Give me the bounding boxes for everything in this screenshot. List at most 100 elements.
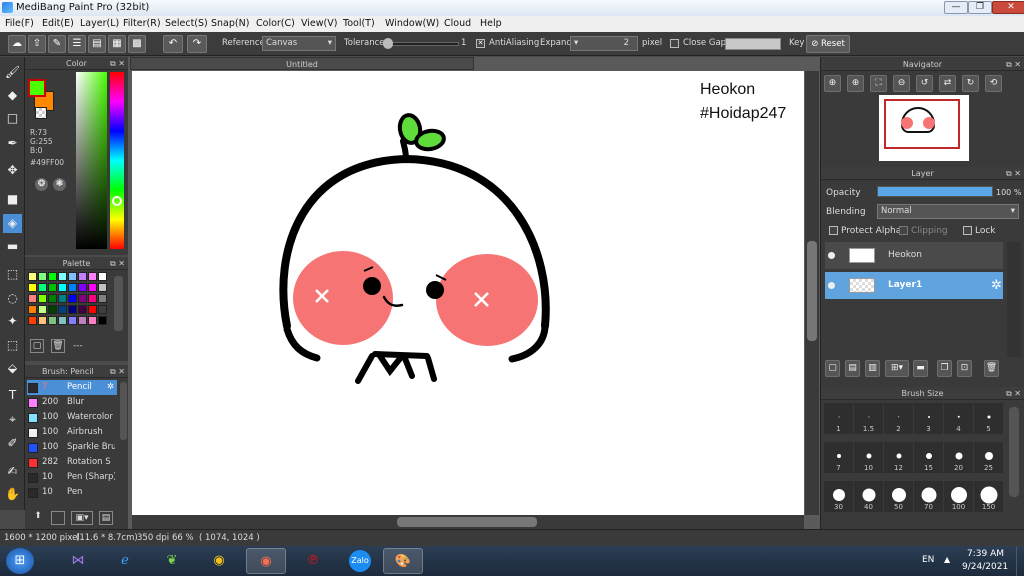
clock-date[interactable]: 9/24/2021 bbox=[962, 562, 1008, 572]
palette-swatch[interactable] bbox=[38, 272, 47, 281]
brush-size-cell[interactable]: 7 bbox=[824, 442, 853, 473]
cloud-icon[interactable]: ☁ bbox=[8, 35, 26, 53]
chrome-icon[interactable]: ◉ bbox=[199, 548, 239, 574]
brush-close-icon[interactable]: ⧉ ✕ bbox=[110, 365, 125, 378]
horizontal-scroll-thumb[interactable] bbox=[397, 517, 537, 527]
menu-cloud[interactable]: Cloud bbox=[444, 18, 471, 29]
merge-layer-icon[interactable]: ⊡ bbox=[957, 360, 972, 377]
visibility-icon[interactable] bbox=[828, 252, 835, 259]
layer-row-heokon[interactable]: Heokon bbox=[825, 242, 1003, 269]
palette-swatch[interactable] bbox=[68, 316, 77, 325]
palette-swatch[interactable] bbox=[58, 305, 67, 314]
palette-swatch[interactable] bbox=[38, 294, 47, 303]
reset-button[interactable]: ⊘ Reset bbox=[806, 35, 850, 53]
brush-scrollbar[interactable] bbox=[120, 382, 127, 440]
brush-item[interactable]: 10 Pen (Sharp) bbox=[27, 470, 117, 485]
palette-swatch[interactable] bbox=[58, 283, 67, 292]
redo-button[interactable]: ↷ bbox=[187, 35, 207, 53]
flip-icon[interactable]: ⇄ bbox=[939, 75, 956, 92]
layer-close-icon[interactable]: ⧉ ✕ bbox=[1006, 167, 1021, 180]
menu-window[interactable]: Window(W) bbox=[385, 18, 439, 29]
brush-size-cell[interactable]: 70 bbox=[914, 481, 943, 512]
layer-scrollbar[interactable] bbox=[1007, 242, 1021, 357]
hue-slider[interactable] bbox=[110, 72, 124, 249]
protect-alpha-checkbox[interactable] bbox=[829, 226, 838, 235]
fill-rect-tool-icon[interactable]: ■ bbox=[3, 190, 22, 209]
palette-swatch[interactable] bbox=[58, 316, 67, 325]
brush-size-cell[interactable]: 5 bbox=[974, 403, 1003, 434]
new-1bit-layer-icon[interactable]: ▥ bbox=[865, 360, 880, 377]
brush-size-cell[interactable]: 100 bbox=[944, 481, 973, 512]
hand-tool-icon[interactable]: ✋ bbox=[3, 485, 22, 504]
palette-swatch[interactable] bbox=[28, 316, 37, 325]
color-picker-icon[interactable]: ❃ bbox=[53, 178, 66, 191]
panel-close-icon[interactable]: ⧉ ✕ bbox=[110, 57, 125, 70]
drawing-canvas[interactable]: Heokon #Hoidap247 bbox=[132, 71, 804, 515]
hue-slider-handle[interactable] bbox=[112, 196, 122, 206]
select-pen-icon[interactable]: ⬚ bbox=[3, 336, 22, 355]
eraser-tool-icon[interactable]: ◆ bbox=[3, 86, 22, 105]
palette-swatch[interactable] bbox=[98, 283, 107, 292]
text-tool-icon[interactable]: T bbox=[3, 386, 22, 405]
brush-tool-icon[interactable]: 🖌 bbox=[3, 63, 22, 82]
visibility-icon[interactable] bbox=[828, 282, 835, 289]
brush-size-scrollbar[interactable] bbox=[1009, 407, 1019, 497]
menu-view[interactable]: View(V) bbox=[301, 18, 337, 29]
fit-icon[interactable]: ⛶ bbox=[870, 75, 887, 92]
palette-swatch[interactable] bbox=[48, 272, 57, 281]
tolerance-slider-handle[interactable] bbox=[383, 38, 393, 49]
palette-swatch[interactable] bbox=[78, 283, 87, 292]
palette-swatch[interactable] bbox=[68, 305, 77, 314]
eyedropper-icon[interactable]: ✐ bbox=[3, 434, 22, 453]
palette-scrollbar[interactable] bbox=[114, 276, 123, 331]
palette-swatch[interactable] bbox=[68, 272, 77, 281]
zoom-in-2-icon[interactable]: ⊕ bbox=[847, 75, 864, 92]
reset-view-icon[interactable]: ⟲ bbox=[985, 75, 1002, 92]
clock-time[interactable]: 7:39 AM bbox=[967, 549, 1004, 559]
layer-row-layer1[interactable]: Layer1 ✲ bbox=[825, 272, 1003, 299]
palette-swatch[interactable] bbox=[58, 294, 67, 303]
palette-swatch[interactable] bbox=[78, 305, 87, 314]
comment-icon[interactable]: ✎ bbox=[48, 35, 66, 53]
palette-swatch[interactable] bbox=[28, 305, 37, 314]
visual-studio-icon[interactable]: ⋈ bbox=[58, 548, 98, 574]
brush-size-close-icon[interactable]: ⧉ ✕ bbox=[1006, 387, 1021, 400]
rotate-left-icon[interactable]: ↺ bbox=[916, 75, 933, 92]
brush-item[interactable]: 282 Rotation S bbox=[27, 455, 117, 470]
brush-size-cell[interactable]: 30 bbox=[824, 481, 853, 512]
delete-palette-icon[interactable]: 🗑 bbox=[51, 339, 65, 353]
brush-item[interactable]: 100 Watercolor bbox=[27, 410, 117, 425]
new-halftone-layer-icon[interactable]: ▤ bbox=[845, 360, 860, 377]
brush-size-cell[interactable]: 12 bbox=[884, 442, 913, 473]
brush-item[interactable]: 10 Pen bbox=[27, 485, 117, 500]
palette-swatch[interactable] bbox=[48, 294, 57, 303]
magic-wand-icon[interactable]: ✦ bbox=[3, 312, 22, 331]
palette-swatch[interactable] bbox=[48, 305, 57, 314]
clipping-checkbox[interactable] bbox=[899, 226, 908, 235]
brush-size-cell[interactable]: 50 bbox=[884, 481, 913, 512]
new-palette-icon[interactable]: ▢ bbox=[30, 339, 44, 353]
share-icon[interactable]: ⇧ bbox=[28, 35, 46, 53]
expand-spinner[interactable]: ▾ 2 bbox=[570, 36, 638, 51]
app-green-icon[interactable]: ❦ bbox=[152, 548, 192, 574]
brush-settings-icon[interactable]: ▤ bbox=[99, 511, 113, 525]
palette-swatch[interactable] bbox=[28, 283, 37, 292]
opacity-slider[interactable] bbox=[877, 186, 993, 197]
dot-tool-icon[interactable]: □ bbox=[3, 109, 22, 128]
menu-help[interactable]: Help bbox=[480, 18, 502, 29]
brush-size-cell[interactable]: 15 bbox=[914, 442, 943, 473]
brush-item[interactable]: 200 Blur bbox=[27, 395, 117, 410]
brush-item[interactable]: 100 Airbrush bbox=[27, 425, 117, 440]
zalo-icon[interactable]: Zalo bbox=[340, 548, 380, 574]
select-eraser-icon[interactable]: ⬙ bbox=[3, 359, 22, 378]
brush-settings-gear-icon[interactable]: ✲ bbox=[107, 380, 114, 395]
brush-item[interactable]: 100 Sparkle Brush bbox=[27, 440, 117, 455]
reference-select[interactable]: Canvas ▾ bbox=[262, 36, 336, 51]
palette-swatch[interactable] bbox=[68, 283, 77, 292]
palette-swatch[interactable] bbox=[88, 316, 97, 325]
close-gaps-checkbox[interactable] bbox=[670, 39, 679, 48]
minimize-button[interactable]: — bbox=[944, 1, 968, 14]
delete-layer-icon[interactable]: 🗑 bbox=[984, 360, 999, 377]
layer-options-icon[interactable]: ⊞▾ bbox=[885, 360, 909, 377]
chat-icon[interactable]: ☰ bbox=[68, 35, 86, 53]
